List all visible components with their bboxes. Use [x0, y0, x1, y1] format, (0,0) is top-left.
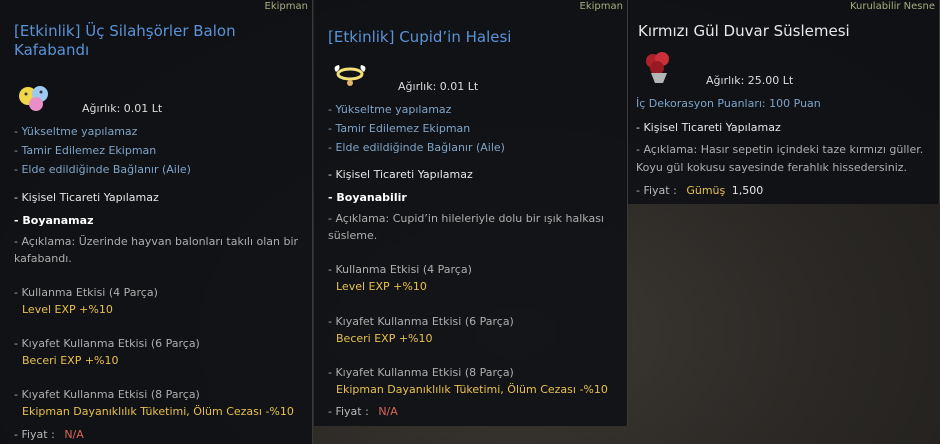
effect-label-6: - Kıyafet Kullanma Etkisi (6 Parça)	[14, 337, 200, 350]
rose-basket-icon	[638, 46, 678, 86]
price-value: N/A	[378, 405, 398, 418]
item-tooltip-rose-wall-decoration: Kurulabilir Nesne Kırmızı Gül Duvar Süsl…	[628, 0, 940, 204]
decor-points: İç Dekorasyon Puanları: 100 Puan	[636, 97, 821, 110]
price-currency: Gümüş	[686, 184, 726, 197]
description-cont: süsleme.	[328, 229, 378, 242]
item-category: Ekipman	[579, 1, 623, 12]
trade-info: - Kişisel Ticareti Yapılamaz	[636, 121, 781, 134]
price-row: - Fiyat : N/A	[328, 405, 398, 419]
description: - Açıklama: Cupid’in hileleriyle dolu bi…	[328, 212, 604, 225]
repair-info: - Tamir Edilemez Ekipman	[328, 122, 471, 135]
item-category: Ekipman	[264, 1, 308, 12]
balloon-headband-icon	[14, 78, 54, 118]
price-value: N/A	[64, 428, 84, 441]
effect-label-6: - Kıyafet Kullanma Etkisi (6 Parça)	[328, 315, 514, 328]
item-title: Kırmızı Gül Duvar Süslemesi	[638, 22, 850, 40]
item-tooltip-cupid-halo: Ekipman [Etkinlik] Cupid’in Halesi Ağırl…	[314, 0, 628, 426]
effect-value-8: Ekipman Dayanıklılık Tüketimi, Ölüm Ceza…	[336, 383, 608, 396]
cupid-halo-icon	[330, 56, 370, 96]
price-label: - Fiyat :	[636, 184, 677, 197]
item-title: [Etkinlik] Cupid’in Halesi	[328, 28, 512, 46]
bind-info: - Elde edildiğinde Bağlanır (Aile)	[14, 163, 191, 176]
description-cont: kafabandı.	[14, 252, 72, 265]
item-tooltip-balloon-headband: Ekipman [Etkinlik] Üç Silahşörler Balon …	[0, 0, 313, 444]
trade-info: - Kişisel Ticareti Yapılamaz	[328, 168, 473, 181]
item-weight: Ağırlık: 0.01 Lt	[82, 102, 163, 115]
item-title: [Etkinlik] Üç Silahşörler Balon Kafaband…	[14, 22, 236, 60]
description-cont: Koyu gül kokusu sayesinde ferahlık hisse…	[636, 161, 908, 174]
description: - Açıklama: Üzerinde hayvan balonları ta…	[14, 235, 299, 248]
effect-value-6: Beceri EXP +%10	[336, 332, 433, 345]
price-label: - Fiyat :	[328, 405, 369, 418]
effect-label-4: - Kullanma Etkisi (4 Parça)	[328, 263, 472, 276]
item-category: Kurulabilir Nesne	[849, 1, 935, 12]
effect-label-8: - Kıyafet Kullanma Etkisi (8 Parça)	[328, 366, 514, 379]
trade-info: - Kişisel Ticareti Yapılamaz	[14, 191, 159, 204]
enhance-info: - Yükseltme yapılamaz	[328, 103, 452, 116]
price-label: - Fiyat :	[14, 428, 55, 441]
repair-info: - Tamir Edilemez Ekipman	[14, 144, 157, 157]
effect-label-4: - Kullanma Etkisi (4 Parça)	[14, 286, 158, 299]
effect-label-8: - Kıyafet Kullanma Etkisi (8 Parça)	[14, 388, 200, 401]
effect-value-4: Level EXP +%10	[22, 303, 113, 316]
effect-value-6: Beceri EXP +%10	[22, 354, 119, 367]
price-value: 1,500	[731, 184, 764, 197]
description: - Açıklama: Hasır sepetin içindeki taze …	[636, 143, 924, 156]
enhance-info: - Yükseltme yapılamaz	[14, 125, 138, 138]
price-row: - Fiyat : N/A	[14, 428, 84, 442]
item-title-line2: Kafabandı	[14, 41, 90, 59]
dye-info: - Boyanabilir	[328, 191, 407, 204]
bind-info: - Elde edildiğinde Bağlanır (Aile)	[328, 141, 505, 154]
item-title-line1: [Etkinlik] Üç Silahşörler Balon	[14, 22, 236, 40]
effect-value-4: Level EXP +%10	[336, 280, 427, 293]
price-row: - Fiyat : Gümüş 1,500	[636, 184, 763, 198]
dye-info: - Boyanamaz	[14, 214, 94, 227]
item-weight: Ağırlık: 25.00 Lt	[706, 74, 794, 87]
item-weight: Ağırlık: 0.01 Lt	[398, 80, 479, 93]
effect-value-8: Ekipman Dayanıklılık Tüketimi, Ölüm Ceza…	[22, 405, 294, 418]
